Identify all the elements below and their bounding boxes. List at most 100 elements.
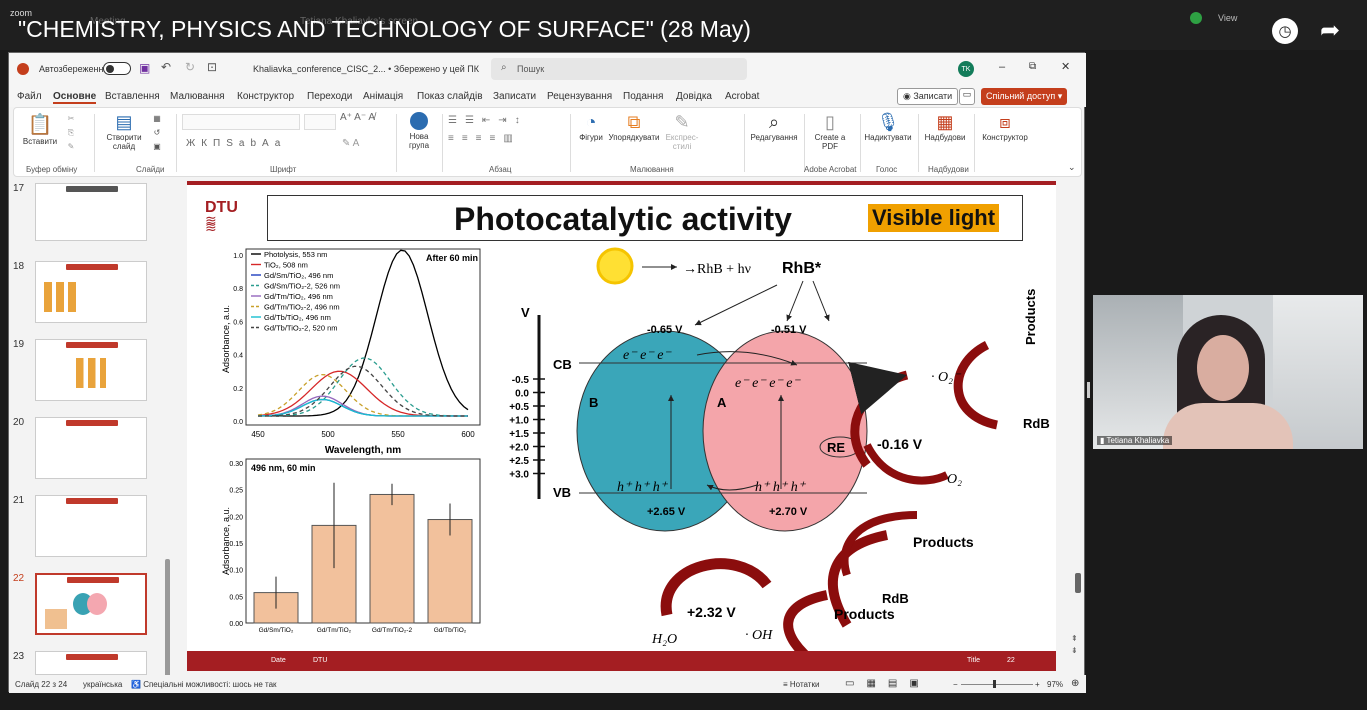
slide-thumbnails-pane: 17 18 19 20 21 22 23 <box>13 179 170 677</box>
zoom-slider-thumb[interactable] <box>993 680 996 688</box>
styles-button[interactable]: ✎ Експрес-стилі <box>662 112 702 151</box>
menu-animation[interactable]: Анімація <box>363 91 403 102</box>
highlight-icon[interactable]: ✎ A <box>342 138 359 149</box>
menu-bar: Файл Основне Вставлення Малювання Констр… <box>9 85 1086 107</box>
label-b: B <box>589 395 598 410</box>
paste-button[interactable]: 📋 Вставити <box>20 112 60 146</box>
menu-file[interactable]: Файл <box>17 91 42 102</box>
slide-thumbnail-22[interactable] <box>35 573 147 635</box>
clipboard-group-label: Буфер обміну <box>26 165 78 174</box>
font-name-field[interactable] <box>182 114 300 130</box>
dictate-button[interactable]: 🎙 Надиктувати <box>864 112 912 142</box>
slide-scrollbar[interactable] <box>1075 573 1081 593</box>
gallery-resize-handle[interactable] <box>1087 382 1090 398</box>
notes-button[interactable]: ≡ Нотатки <box>783 680 819 689</box>
save-icon[interactable]: ▣ <box>139 61 150 75</box>
accessibility-status[interactable]: ♿ Спеціальні можливості: шось не так <box>131 680 277 689</box>
layout-icons[interactable]: ▦ ↺ ▣ <box>148 112 166 154</box>
view-button[interactable]: View <box>1218 13 1237 23</box>
redo-icon[interactable]: ↻ <box>185 60 195 74</box>
designer-button[interactable]: ⧈ Конструктор <box>978 112 1032 142</box>
slide-thumbnail-19[interactable] <box>35 339 147 401</box>
thumb-scrollbar[interactable] <box>165 559 170 677</box>
menu-insert[interactable]: Вставлення <box>105 91 160 102</box>
addins-button[interactable]: ▦ Надбудови <box>922 112 968 142</box>
share-button[interactable]: Спільний доступ ▾ <box>981 88 1068 105</box>
record-button[interactable]: ◉ Записати <box>897 88 959 105</box>
a-cb-potential: -0.51 V <box>771 324 807 336</box>
footer-date: Date <box>271 657 286 664</box>
participant-video[interactable]: ▮ Tetiana Khaliavka <box>1093 295 1363 449</box>
menu-view[interactable]: Подання <box>623 91 663 102</box>
menu-transitions[interactable]: Переходи <box>307 91 352 102</box>
legend-entry: TiO₂, 508 nm <box>264 261 308 270</box>
photocatalysis-scheme: →RhB + hν RhB* V -0.5 0.0 +0.5 +1.0 +1.5 +2.0… <box>509 247 1050 671</box>
language[interactable]: українська <box>83 680 122 689</box>
view-mode-icons[interactable]: ▭▦▤▣ <box>845 678 931 689</box>
top-accent-bar <box>187 181 1056 185</box>
undo-icon[interactable]: ↶ <box>161 60 171 74</box>
slide-thumbnail-18[interactable] <box>35 261 147 323</box>
addins-icon: ▦ <box>936 112 954 132</box>
menu-record[interactable]: Записати <box>493 91 536 102</box>
font-format-icons[interactable]: ЖКПSabAa <box>186 138 286 149</box>
clock-icon[interactable]: ◷ <box>1272 18 1298 44</box>
present-icon[interactable]: ⊡ <box>207 60 217 74</box>
ribbon-collapse-icon[interactable]: ⌄ <box>1068 162 1076 173</box>
menu-review[interactable]: Рецензування <box>547 91 612 102</box>
chart2-ytick: 0.30 <box>229 461 243 468</box>
font-size-field[interactable] <box>304 114 336 130</box>
styles-icon: ✎ <box>674 112 690 132</box>
absorbance-spectra-chart: Photolysis, 553 nmTiO₂, 508 nmGd/Sm/TiO₂… <box>221 248 481 456</box>
create-pdf-button[interactable]: ▯ Create a PDF <box>814 112 846 151</box>
menu-home[interactable]: Основне <box>53 91 97 104</box>
minimize-button[interactable]: – <box>999 61 1005 73</box>
zoom-out[interactable]: − <box>953 680 958 689</box>
avatar[interactable]: TK <box>958 61 974 77</box>
menu-slideshow[interactable]: Показ слайдів <box>417 91 483 102</box>
share-arrow-icon[interactable]: ➦ <box>1320 16 1340 45</box>
record-icon: ◉ <box>903 91 914 101</box>
products-label-mid: Products <box>913 534 974 550</box>
slide-counter: Слайд 22 з 24 <box>15 680 68 689</box>
shapes-button[interactable]: ◔ Фігури <box>574 112 608 142</box>
zoom-in[interactable]: + <box>1035 680 1040 689</box>
potential-016: -0.16 V <box>877 436 923 452</box>
editing-button[interactable]: ⌕ Редагування <box>748 112 800 142</box>
new-slide-button[interactable]: ▤ Створити слайд <box>102 112 146 151</box>
chart1-ytick: 0.6 <box>233 319 243 326</box>
legend-entry: Gd/Tm/TiO₂, 496 nm <box>264 292 333 301</box>
menu-draw[interactable]: Малювання <box>170 91 225 102</box>
b-vb-potential: +2.65 V <box>647 506 686 518</box>
chart1-ylabel: Adsorbance, a.u. <box>221 305 231 373</box>
chart2-category: Gd/Tm/TiO₂-2 <box>372 627 413 634</box>
menu-help[interactable]: Довідка <box>676 91 712 102</box>
autosave-toggle[interactable] <box>103 62 131 75</box>
slide-thumbnail-17[interactable] <box>35 183 147 241</box>
arrange-icon: ⧉ <box>627 112 641 132</box>
water-label: H₂O <box>651 632 677 647</box>
chart2-ytick: 0.25 <box>229 488 243 495</box>
comments-icon[interactable]: ▭ <box>959 88 975 105</box>
legend-entry: Photolysis, 553 nm <box>264 250 327 259</box>
arrange-button[interactable]: ⧉ Упорядкувати <box>608 112 660 142</box>
cut-copy-icons[interactable]: ✂ ⎘ ✎ <box>64 112 78 154</box>
slide-thumbnail-20[interactable] <box>35 417 147 479</box>
menu-acrobat[interactable]: Acrobat <box>725 91 759 102</box>
bar <box>369 493 415 624</box>
superoxide-label: · O₂⁻ <box>931 370 962 385</box>
font-size-icons[interactable]: A⁺ A⁻ A̸ <box>340 112 375 123</box>
paragraph-icons[interactable]: ☰☰⇤⇥↕ ≡≡≡≡▥ <box>448 112 528 148</box>
slide-thumbnail-21[interactable] <box>35 495 147 557</box>
menu-design[interactable]: Конструктор <box>237 91 294 102</box>
chart1-corner-label: After 60 min <box>426 253 478 263</box>
restore-button[interactable]: ⧉ <box>1029 61 1036 72</box>
page-nav-icons[interactable]: ⇞ ⇟ <box>1071 633 1078 657</box>
close-button[interactable]: ✕ <box>1061 60 1070 73</box>
new-group-button[interactable]: Нова група <box>400 112 438 150</box>
paragraph-group-label: Абзац <box>489 165 512 174</box>
fit-slide-icon[interactable]: ⊕ <box>1071 678 1079 689</box>
zoom-slider[interactable] <box>961 684 1033 685</box>
search-box[interactable]: ⌕ Пошук <box>491 58 747 80</box>
slide-thumbnail-23[interactable] <box>35 651 147 675</box>
